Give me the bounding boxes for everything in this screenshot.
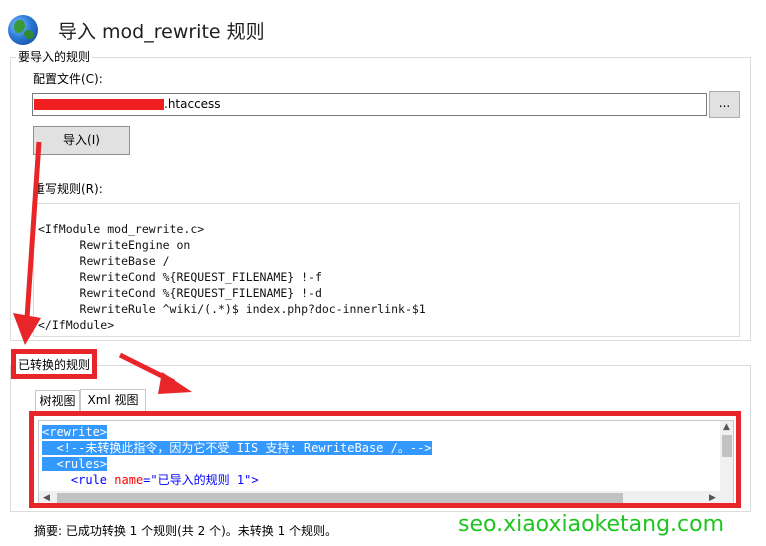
- watermark-text: seo.xiaoxiaoketang.com: [458, 512, 725, 537]
- arrow-head-icon: [13, 313, 41, 345]
- annotation-arrow-down: [24, 141, 42, 319]
- annotation-arrows: [13, 141, 192, 394]
- arrow-head-icon: [158, 372, 192, 394]
